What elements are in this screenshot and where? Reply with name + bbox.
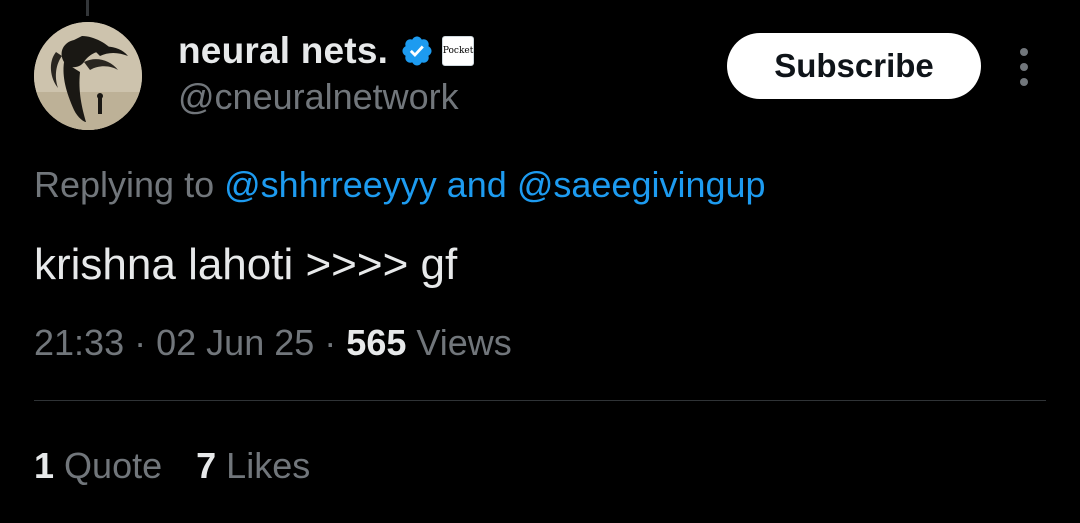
likes-stat[interactable]: 7 Likes [196,445,310,487]
views-label: Views [416,322,512,363]
tweet-text: krishna lahoti >>>> gf [34,240,458,289]
subscribe-button[interactable]: Subscribe [727,33,981,99]
mention-joiner: and [446,164,507,205]
replying-to-line: Replying to @shhrreeyyy and @saeegivingu… [34,164,766,206]
likes-count: 7 [196,445,217,486]
meta-separator: · [134,322,147,363]
mention-link[interactable]: @saeegivingup [517,164,766,205]
tweet-date[interactable]: 02 Jun 25 [156,322,314,363]
affiliate-badge[interactable]: Pocket [442,36,475,66]
meta-separator: · [324,322,337,363]
quotes-label: Quote [64,445,163,486]
quotes-stat[interactable]: 1 Quote [34,445,162,487]
avatar-artwork [34,22,142,130]
more-vertical-icon[interactable] [1008,44,1040,90]
verified-badge-icon[interactable] [400,34,434,68]
quotes-count: 1 [34,445,55,486]
replying-to-prefix: Replying to [34,164,215,205]
engagement-stats: 1 Quote 7 Likes [34,445,344,487]
author-display-name[interactable]: neural nets. [178,30,388,72]
author-handle[interactable]: @cneuralnetwork [178,76,459,118]
tweet-meta: 21:33 · 02 Jun 25 · 565 Views [34,322,512,364]
thread-connector-line [86,0,89,16]
avatar[interactable] [34,22,142,130]
likes-label: Likes [226,445,311,486]
divider [34,400,1046,401]
mention-link[interactable]: @shhrreeyyy [224,164,437,205]
author-name-row: neural nets. Pocket [178,27,475,75]
tweet-time[interactable]: 21:33 [34,322,124,363]
views-count: 565 [346,322,407,363]
